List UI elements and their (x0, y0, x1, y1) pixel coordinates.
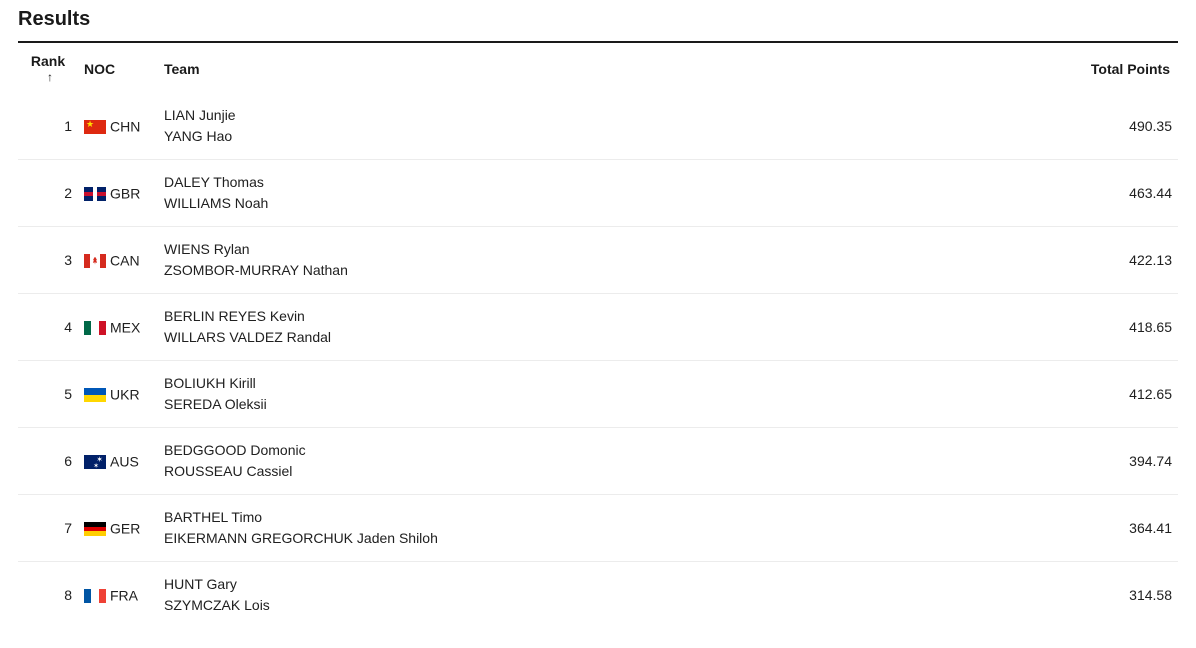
cell-rank: 6 (18, 428, 78, 495)
section-title: Results (18, 8, 1178, 31)
flag-icon (84, 254, 106, 268)
flag-icon (84, 120, 106, 134)
table-row[interactable]: 4 MEX BERLIN REYES KevinWILLARS VALDEZ Ran… (18, 294, 1178, 361)
team-member: WIENS Rylan (164, 239, 1052, 260)
sort-asc-icon: ↑ (47, 71, 53, 83)
cell-noc: CHN (78, 93, 158, 160)
flag-icon (84, 522, 106, 536)
table-row[interactable]: 8FRAHUNT GarySZYMCZAK Lois314.58 (18, 562, 1178, 629)
col-noc[interactable]: NOC (78, 49, 158, 93)
noc-code: CHN (110, 119, 140, 135)
cell-rank: 4 (18, 294, 78, 361)
cell-team: HUNT GarySZYMCZAK Lois (158, 562, 1058, 629)
cell-rank: 1 (18, 93, 78, 160)
cell-team: BEDGGOOD DomonicROUSSEAU Cassiel (158, 428, 1058, 495)
table-row[interactable]: 2GBRDALEY ThomasWILLIAMS Noah463.44 (18, 160, 1178, 227)
noc-code: UKR (110, 387, 140, 403)
team-member: HUNT Gary (164, 574, 1052, 595)
cell-rank: 7 (18, 495, 78, 562)
cell-points: 364.41 (1058, 495, 1178, 562)
noc-code: CAN (110, 253, 140, 269)
noc-code: FRA (110, 588, 138, 604)
cell-noc: FRA (78, 562, 158, 629)
table-row[interactable]: 6AUSBEDGGOOD DomonicROUSSEAU Cassiel394.… (18, 428, 1178, 495)
cell-team: WIENS RylanZSOMBOR-MURRAY Nathan (158, 227, 1058, 294)
cell-noc: GER (78, 495, 158, 562)
flag-icon (84, 321, 106, 335)
team-member: SZYMCZAK Lois (164, 595, 1052, 616)
cell-points: 412.65 (1058, 361, 1178, 428)
title-divider (18, 41, 1178, 43)
cell-team: BOLIUKH KirillSEREDA Oleksii (158, 361, 1058, 428)
cell-points: 418.65 (1058, 294, 1178, 361)
team-member: LIAN Junjie (164, 105, 1052, 126)
cell-rank: 2 (18, 160, 78, 227)
team-member: EIKERMANN GREGORCHUK Jaden Shiloh (164, 528, 1052, 549)
cell-points: 314.58 (1058, 562, 1178, 629)
table-header-row: Rank ↑ NOC Team Total Points (18, 49, 1178, 93)
cell-points: 490.35 (1058, 93, 1178, 160)
noc-code: GER (110, 521, 140, 537)
cell-rank: 3 (18, 227, 78, 294)
cell-points: 422.13 (1058, 227, 1178, 294)
cell-noc: GBR (78, 160, 158, 227)
noc-code: GBR (110, 186, 140, 202)
team-member: YANG Hao (164, 126, 1052, 147)
flag-icon (84, 187, 106, 201)
team-member: BARTHEL Timo (164, 507, 1052, 528)
table-row[interactable]: 5UKRBOLIUKH KirillSEREDA Oleksii412.65 (18, 361, 1178, 428)
cell-points: 463.44 (1058, 160, 1178, 227)
cell-team: LIAN JunjieYANG Hao (158, 93, 1058, 160)
team-member: BOLIUKH Kirill (164, 373, 1052, 394)
cell-noc: UKR (78, 361, 158, 428)
cell-noc: MEX (78, 294, 158, 361)
table-row[interactable]: 3CANWIENS RylanZSOMBOR-MURRAY Nathan422.… (18, 227, 1178, 294)
cell-rank: 5 (18, 361, 78, 428)
team-member: BERLIN REYES Kevin (164, 306, 1052, 327)
team-member: DALEY Thomas (164, 172, 1052, 193)
col-rank-label: Rank (31, 53, 65, 69)
cell-noc: AUS (78, 428, 158, 495)
team-member: WILLARS VALDEZ Randal (164, 327, 1052, 348)
col-rank[interactable]: Rank ↑ (18, 49, 78, 93)
table-row[interactable]: 7 GER BARTHEL TimoEIKERMANN GREGORCHUK Jad… (18, 495, 1178, 562)
team-member: SEREDA Oleksii (164, 394, 1052, 415)
cell-points: 394.74 (1058, 428, 1178, 495)
col-team[interactable]: Team (158, 49, 1058, 93)
flag-icon (84, 455, 106, 469)
flag-icon (84, 388, 106, 402)
noc-code: AUS (110, 454, 139, 470)
table-row[interactable]: 1CHNLIAN JunjieYANG Hao490.35 (18, 93, 1178, 160)
team-member: WILLIAMS Noah (164, 193, 1052, 214)
team-member: ROUSSEAU Cassiel (164, 461, 1052, 482)
team-member: ZSOMBOR-MURRAY Nathan (164, 260, 1052, 281)
results-table: Rank ↑ NOC Team Total Points 1 CHN LIAN Ju… (18, 49, 1178, 628)
cell-noc: CAN (78, 227, 158, 294)
cell-team: DALEY ThomasWILLIAMS Noah (158, 160, 1058, 227)
team-member: BEDGGOOD Domonic (164, 440, 1052, 461)
col-points[interactable]: Total Points (1058, 49, 1178, 93)
cell-team: BERLIN REYES KevinWILLARS VALDEZ Randal (158, 294, 1058, 361)
noc-code: MEX (110, 320, 140, 336)
cell-team: BARTHEL TimoEIKERMANN GREGORCHUK Jaden S… (158, 495, 1058, 562)
cell-rank: 8 (18, 562, 78, 629)
